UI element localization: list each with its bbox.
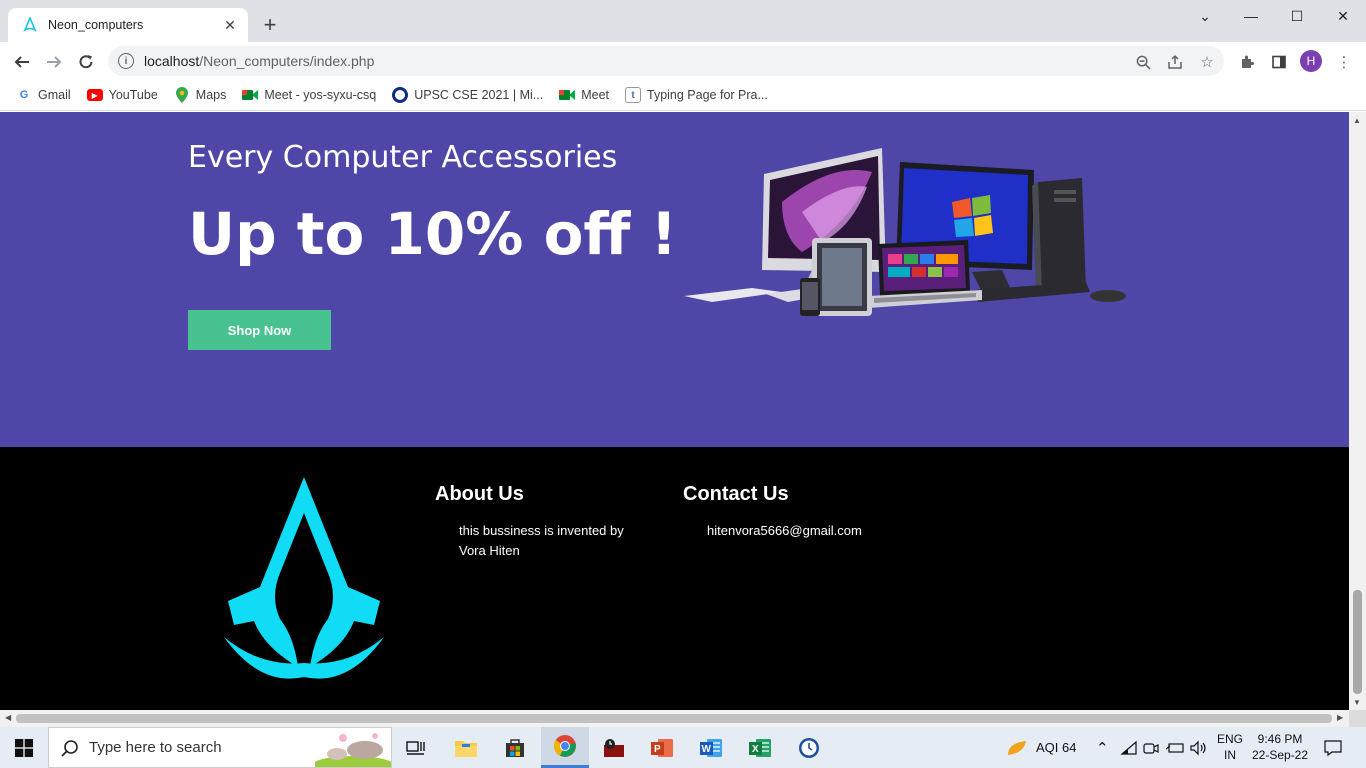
shop-now-button[interactable]: Shop Now — [188, 310, 331, 350]
google-icon: G — [19, 89, 29, 101]
task-view-icon[interactable] — [392, 727, 440, 768]
search-placeholder: Type here to search — [89, 739, 222, 756]
file-explorer-icon[interactable] — [442, 727, 490, 768]
weather-widget[interactable]: AQI 64 — [1006, 727, 1076, 768]
tab-search-icon[interactable]: ⌄ — [1182, 0, 1228, 32]
microsoft-store-icon[interactable] — [491, 727, 539, 768]
reload-icon[interactable] — [73, 49, 99, 75]
svg-text:P: P — [654, 744, 661, 755]
battery-icon[interactable] — [1166, 727, 1186, 768]
windows-start-icon[interactable] — [0, 727, 48, 768]
computers-illustration — [684, 148, 1126, 316]
maximize-button[interactable]: ☐ — [1274, 0, 1320, 32]
hero-subtitle: Every Computer Accessories — [188, 140, 618, 175]
url-host: localhost — [144, 53, 200, 69]
hero-banner: Every Computer Accessories Up to 10% off… — [0, 112, 1349, 447]
close-window-button[interactable]: ✕ — [1320, 0, 1366, 32]
meet-now-icon[interactable] — [1143, 727, 1159, 768]
extensions-icon[interactable] — [1237, 52, 1257, 72]
bookmark-youtube[interactable]: ▶ YouTube — [86, 88, 158, 102]
notifications-icon[interactable] — [1324, 727, 1342, 768]
page-viewport: Every Computer Accessories Up to 10% off… — [0, 112, 1349, 710]
volume-icon[interactable] — [1190, 727, 1208, 768]
horizontal-scroll-thumb[interactable] — [16, 714, 1332, 723]
about-us-text-2: Vora Hiten — [459, 543, 520, 558]
excel-icon[interactable]: X — [736, 727, 784, 768]
hero-title: Up to 10% off ! — [188, 200, 678, 268]
clock-app-icon[interactable] — [785, 727, 833, 768]
tab-strip: Neon_computers ✕ + ⌄ — ☐ ✕ — [0, 0, 1366, 42]
maps-icon — [174, 87, 190, 103]
youtube-icon: ▶ — [86, 89, 103, 101]
browser-tab[interactable]: Neon_computers ✕ — [8, 8, 248, 42]
profile-avatar[interactable]: H — [1300, 50, 1322, 72]
url-path: /Neon_computers/index.php — [199, 53, 375, 69]
neon-favicon-icon — [23, 17, 37, 32]
weather-leaf-icon — [1008, 740, 1026, 755]
tab-title: Neon_computers — [48, 18, 144, 32]
bookmark-star-icon[interactable]: ☆ — [1198, 53, 1216, 71]
new-tab-button[interactable]: + — [258, 12, 282, 37]
meet-icon — [242, 87, 259, 103]
bookmark-upsc[interactable]: UPSC CSE 2021 | Mi... — [392, 87, 543, 103]
bookmark-maps[interactable]: Maps — [174, 87, 226, 103]
bookmark-typing[interactable]: t Typing Page for Pra... — [625, 87, 768, 103]
scroll-left-icon[interactable]: ◀ — [5, 713, 11, 722]
menu-kebab-icon[interactable]: ⋮ — [1334, 52, 1354, 72]
tab-close-icon[interactable]: ✕ — [222, 17, 238, 33]
vertical-scrollbar[interactable]: ▲ ▼ — [1349, 112, 1366, 710]
vertical-scroll-thumb[interactable] — [1353, 590, 1362, 694]
typing-icon: t — [625, 87, 641, 103]
zoom-icon[interactable] — [1134, 53, 1152, 71]
input-language[interactable]: ENG IN — [1214, 731, 1246, 763]
contact-email[interactable]: hitenvora5666@gmail.com — [707, 521, 862, 541]
forward-icon[interactable] — [41, 49, 67, 75]
lang-code: ENG — [1216, 732, 1243, 746]
taskbar: Type here to search P W X AQI 64 ⌃ ENG I… — [0, 727, 1366, 768]
neon-logo-icon — [224, 477, 384, 679]
upsc-icon — [392, 87, 409, 103]
address-bar[interactable]: i localhost/Neon_computers/index.php ☆ — [108, 46, 1224, 76]
contact-us-title: Contact Us — [683, 483, 789, 505]
bookmark-gmail[interactable]: G Gmail — [16, 87, 71, 103]
site-info-icon[interactable]: i — [118, 53, 134, 69]
network-icon[interactable] — [1120, 727, 1138, 768]
powerpoint-icon[interactable]: P — [638, 727, 686, 768]
show-hidden-icons-icon[interactable]: ⌃ — [1096, 727, 1109, 768]
word-icon[interactable]: W — [687, 727, 735, 768]
bookmark-meet[interactable]: Meet - yos-syxu-csq — [242, 87, 376, 103]
browser-toolbar: i localhost/Neon_computers/index.php ☆ H… — [0, 42, 1366, 80]
bookmarks-bar: G Gmail ▶ YouTube Maps Meet - yos-syxu-c… — [0, 80, 1366, 111]
svg-text:X: X — [752, 744, 759, 755]
scroll-down-icon[interactable]: ▼ — [1353, 698, 1361, 707]
back-icon[interactable] — [9, 49, 35, 75]
search-highlight-illustration-icon — [315, 730, 391, 767]
about-us-text-1: this bussiness is invented by — [459, 523, 624, 538]
about-us-title: About Us — [435, 483, 524, 505]
horizontal-scrollbar[interactable]: ◀ ▶ — [0, 710, 1349, 727]
side-panel-icon[interactable] — [1269, 52, 1289, 72]
taskbar-search-box[interactable]: Type here to search — [48, 727, 392, 768]
scroll-right-icon[interactable]: ▶ — [1337, 713, 1343, 722]
clock-date: 22-Sep-22 — [1251, 748, 1309, 762]
minimize-button[interactable]: — — [1228, 0, 1274, 32]
footer: About Us this bussiness is invented by V… — [0, 447, 1349, 710]
recorder-app-icon[interactable] — [590, 727, 638, 768]
clock-time: 9:46 PM — [1257, 732, 1303, 746]
meet-icon — [559, 87, 576, 103]
chrome-taskbar-icon[interactable] — [541, 727, 589, 768]
taskbar-clock[interactable]: 9:46 PM 22-Sep-22 — [1246, 731, 1314, 763]
share-icon[interactable] — [1166, 53, 1184, 71]
aqi-label: AQI 64 — [1036, 740, 1077, 755]
region-code: IN — [1224, 748, 1236, 762]
bookmark-meet-2[interactable]: Meet — [559, 87, 609, 103]
scroll-up-icon[interactable]: ▲ — [1353, 116, 1361, 125]
svg-text:W: W — [702, 744, 712, 755]
search-icon — [61, 740, 78, 757]
scrollbar-corner — [1349, 710, 1366, 727]
